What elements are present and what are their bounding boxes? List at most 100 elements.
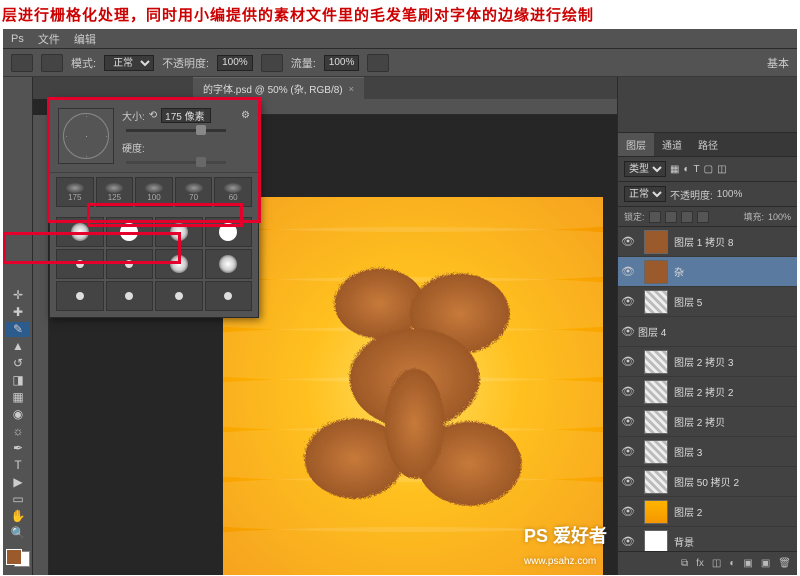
group-icon[interactable]: ▣ [743,558,752,569]
lock-pixel-icon[interactable] [665,211,677,223]
new-layer-icon[interactable]: ▣ [761,558,770,569]
brush-preset[interactable]: 60 [214,177,252,207]
brush-preset[interactable]: 100 [135,177,173,207]
adjustment-icon[interactable]: ◐ [729,558,735,569]
brush-preset[interactable] [205,281,253,311]
layer-name: 图层 3 [674,444,702,459]
brush-preset[interactable] [56,217,104,247]
brush-preset-row: 175 125 100 70 60 [50,173,258,211]
eyedropper-tool-icon[interactable]: ✛ [6,288,30,303]
link-icon[interactable]: ⧉ [681,558,688,569]
fill-value[interactable]: 100% [768,212,791,222]
layer-row[interactable]: 👁图层 4 [618,317,797,347]
menu-item[interactable]: 编辑 [74,31,96,47]
brush-preset[interactable] [155,281,203,311]
layer-row[interactable]: 👁图层 2 拷贝 [618,407,797,437]
dodge-tool-icon[interactable]: ☼ [6,424,30,439]
visibility-icon[interactable]: 👁 [618,235,638,248]
brush-preset[interactable] [155,217,203,247]
filter-shape-icon[interactable]: ▢ [704,164,713,175]
visibility-icon[interactable]: 👁 [618,475,638,488]
trash-icon[interactable]: 🗑 [778,558,791,569]
visibility-icon[interactable]: 👁 [618,325,638,338]
flip-icon[interactable]: ⟲ [149,110,157,121]
visibility-icon[interactable]: 👁 [618,355,638,368]
tool-preset-icon[interactable] [11,54,33,72]
hardness-slider[interactable] [126,161,226,164]
visibility-icon[interactable]: 👁 [618,265,638,278]
brush-preset[interactable] [106,217,154,247]
brush-tool-icon[interactable]: ✎ [6,322,30,337]
workspace-label[interactable]: 基本 [767,55,789,71]
document-tab[interactable]: 的字体.psd @ 50% (杂, RGB/8) × [193,77,364,99]
airbrush-icon[interactable] [367,54,389,72]
shape-tool-icon[interactable]: ▭ [6,491,30,506]
heal-tool-icon[interactable]: ✚ [6,305,30,320]
close-tab-icon[interactable]: × [349,84,354,94]
opacity-value[interactable]: 100% [217,55,253,71]
color-swatches[interactable] [6,549,30,567]
blend-mode-select[interactable]: 正常 [624,186,666,202]
flow-value[interactable]: 100% [324,55,360,71]
brush-preset[interactable] [155,249,203,279]
brush-preview-icon[interactable] [41,54,63,72]
type-tool-icon[interactable]: T [6,457,30,472]
layer-row[interactable]: 👁 图层 3 [618,437,797,467]
panel-menu-icon[interactable]: ⚙ [241,110,250,121]
layer-row[interactable]: 👁图层 2 [618,497,797,527]
canvas[interactable] [223,197,603,575]
layer-row[interactable]: 👁图层 1 拷贝 8 [618,227,797,257]
visibility-icon[interactable]: 👁 [618,535,638,548]
brush-preset[interactable] [205,217,253,247]
filter-kind-select[interactable]: 类型 [624,161,666,177]
pen-tool-icon[interactable]: ✒ [6,440,30,455]
brush-preset[interactable]: 175 [56,177,94,207]
stamp-tool-icon[interactable]: ▲ [6,339,30,354]
mask-icon[interactable]: ◫ [712,558,721,569]
tab-channels[interactable]: 通道 [654,133,690,156]
layer-row[interactable]: 👁图层 50 拷贝 2 [618,467,797,497]
blur-tool-icon[interactable]: ◉ [6,407,30,422]
tab-paths[interactable]: 路径 [690,133,726,156]
layer-opacity-value[interactable]: 100% [717,189,743,200]
path-select-icon[interactable]: ▶ [6,474,30,489]
lock-trans-icon[interactable] [649,211,661,223]
brush-preset[interactable] [56,281,104,311]
size-input[interactable] [161,108,211,123]
foreground-color-swatch[interactable] [6,549,22,565]
visibility-icon[interactable]: 👁 [618,445,638,458]
eraser-tool-icon[interactable]: ◨ [6,373,30,388]
brush-preset[interactable] [56,249,104,279]
pressure-opacity-icon[interactable] [261,54,283,72]
hand-tool-icon[interactable]: ✋ [6,508,30,523]
menu-ps-icon[interactable]: Ps [11,33,24,45]
layer-row[interactable]: 👁图层 5 [618,287,797,317]
brush-preset[interactable]: 125 [96,177,134,207]
lock-all-icon[interactable] [697,211,709,223]
brush-preset[interactable] [205,249,253,279]
layer-row[interactable]: 👁图层 2 拷贝 3 [618,347,797,377]
gradient-tool-icon[interactable]: ▦ [6,390,30,405]
brush-preset[interactable] [106,249,154,279]
mode-select[interactable]: 正常 [104,55,154,71]
layer-row[interactable]: 👁杂 [618,257,797,287]
lock-pos-icon[interactable] [681,211,693,223]
filter-type-icon[interactable]: T [694,164,700,175]
brush-preset[interactable] [106,281,154,311]
zoom-tool-icon[interactable]: 🔍 [6,525,30,540]
fx-icon[interactable]: fx [696,558,704,569]
brush-preset[interactable]: 70 [175,177,213,207]
visibility-icon[interactable]: 👁 [618,295,638,308]
layer-row[interactable]: 👁背景 [618,527,797,551]
history-brush-icon[interactable]: ↺ [6,356,30,371]
tab-layers[interactable]: 图层 [618,133,654,156]
layer-row[interactable]: 👁图层 2 拷贝 2 [618,377,797,407]
filter-smart-icon[interactable]: ◫ [717,164,726,175]
filter-adjust-icon[interactable]: ◐ [683,164,689,175]
filter-pixel-icon[interactable]: ▦ [670,164,679,175]
menu-item[interactable]: 文件 [38,31,60,47]
visibility-icon[interactable]: 👁 [618,505,638,518]
size-slider[interactable] [126,129,226,132]
visibility-icon[interactable]: 👁 [618,385,638,398]
visibility-icon[interactable]: 👁 [618,415,638,428]
